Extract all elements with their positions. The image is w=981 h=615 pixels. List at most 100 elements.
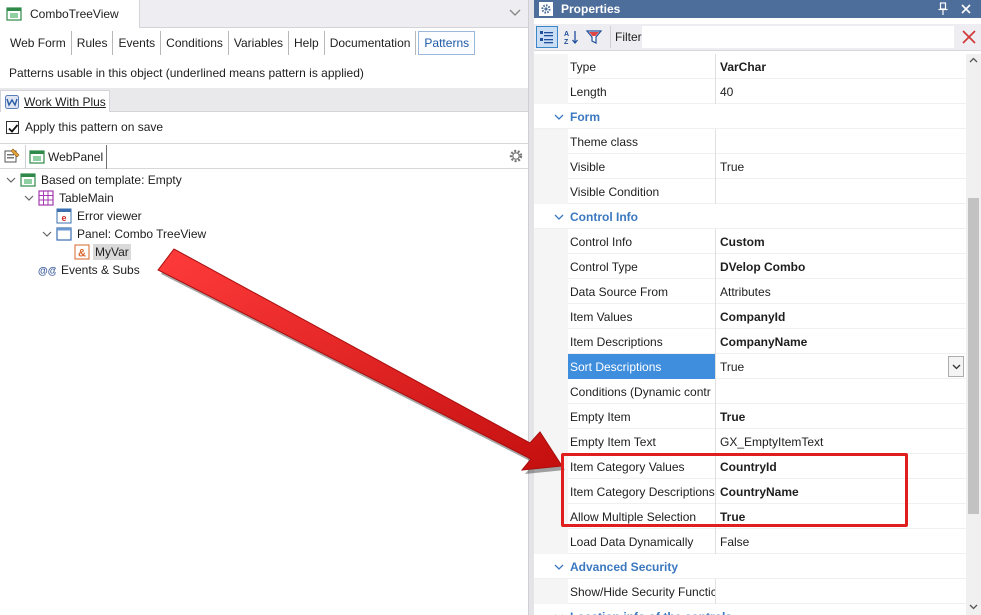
tab-web-form[interactable]: Web Form (5, 31, 72, 55)
collapse-icon[interactable] (554, 562, 564, 572)
tab-variables[interactable]: Variables (229, 31, 290, 55)
tree-node-myvar[interactable]: & MyVar (74, 243, 131, 261)
collapse-icon[interactable] (554, 212, 564, 222)
property-value[interactable]: True (716, 504, 966, 529)
property-name[interactable]: Visible Condition (568, 179, 716, 204)
property-category[interactable]: Location info of the controls (534, 604, 966, 615)
property-value[interactable]: Custom (716, 229, 966, 254)
property-name[interactable]: Sort Descriptions (568, 354, 716, 379)
property-row[interactable]: Show/Hide Security Functic (534, 579, 966, 604)
property-name[interactable]: Control Type (568, 254, 716, 279)
tree-node-error-viewer[interactable]: e Error viewer (56, 207, 144, 225)
tree-expanded-icon[interactable] (24, 193, 34, 203)
alphabetical-view-button[interactable]: A Z (560, 26, 582, 48)
property-row[interactable]: Empty Item True (534, 404, 966, 429)
property-value[interactable]: True (716, 354, 966, 379)
property-value[interactable]: 40 (716, 79, 966, 104)
filter-toggle-button[interactable] (583, 26, 605, 48)
property-row[interactable]: Item Values CompanyId (534, 304, 966, 329)
categorized-view-button[interactable] (536, 26, 558, 48)
property-value[interactable]: GX_EmptyItemText (716, 429, 966, 454)
tree-node-tablemain[interactable]: TableMain (24, 189, 116, 207)
scrollbar-thumb[interactable] (968, 198, 979, 514)
tree-expanded-icon[interactable] (42, 229, 52, 239)
property-row[interactable]: Item Category Descriptions CountryName (534, 479, 966, 504)
clear-filter-icon[interactable] (961, 29, 977, 45)
property-row[interactable]: Empty Item Text GX_EmptyItemText (534, 429, 966, 454)
property-row[interactable]: Visible True (534, 154, 966, 179)
scroll-down-icon[interactable] (969, 602, 978, 611)
property-row[interactable]: Data Source From Attributes (534, 279, 966, 304)
property-value[interactable]: True (716, 404, 966, 429)
property-value[interactable] (716, 579, 966, 604)
property-grid-scrollbar[interactable] (966, 54, 981, 615)
property-name[interactable]: Type (568, 54, 716, 79)
property-row[interactable]: Visible Condition (534, 179, 966, 204)
property-value[interactable]: DVelop Combo (716, 254, 966, 279)
property-value[interactable]: CompanyId (716, 304, 966, 329)
property-name[interactable]: Allow Multiple Selection (568, 504, 716, 529)
properties-edit-icon[interactable] (4, 148, 20, 164)
tab-events[interactable]: Events (113, 31, 162, 55)
property-row[interactable]: Type VarChar (534, 54, 966, 79)
property-row[interactable]: Control Info Custom (534, 229, 966, 254)
property-value[interactable]: False (716, 529, 966, 554)
property-value[interactable] (716, 379, 966, 404)
property-row[interactable]: Item Category Values CountryId (534, 454, 966, 479)
tab-patterns[interactable]: Patterns (418, 31, 476, 55)
pin-icon[interactable] (937, 2, 949, 16)
property-name[interactable]: Empty Item Text (568, 429, 716, 454)
property-name[interactable]: Item Category Values (568, 454, 716, 479)
property-value[interactable]: True (716, 154, 966, 179)
property-value[interactable]: VarChar (716, 54, 966, 79)
property-name[interactable]: Show/Hide Security Functic (568, 579, 716, 604)
tab-documentation[interactable]: Documentation (325, 31, 417, 55)
property-value[interactable]: Attributes (716, 279, 966, 304)
property-value[interactable]: CompanyName (716, 329, 966, 354)
property-name[interactable]: Item Values (568, 304, 716, 329)
property-category[interactable]: Control Info (534, 204, 966, 229)
pattern-tab-work-with-plus[interactable]: Work With Plus (0, 90, 110, 112)
property-category[interactable]: Form (534, 104, 966, 129)
tab-conditions[interactable]: Conditions (161, 31, 229, 55)
property-name[interactable]: Item Descriptions (568, 329, 716, 354)
property-name[interactable]: Theme class (568, 129, 716, 154)
property-row[interactable]: Sort Descriptions True (534, 354, 966, 379)
apply-on-save-checkbox[interactable] (6, 120, 19, 134)
property-row[interactable]: Length 40 (534, 79, 966, 104)
chevron-down-icon[interactable] (508, 5, 522, 19)
gear-icon[interactable] (508, 148, 524, 164)
instance-tab-webpanel[interactable]: WebPanel (25, 145, 107, 169)
tree-expanded-icon[interactable] (6, 175, 16, 185)
property-value[interactable] (716, 129, 966, 154)
property-name[interactable]: Load Data Dynamically (568, 529, 716, 554)
property-row[interactable]: Control Type DVelop Combo (534, 254, 966, 279)
document-tab[interactable]: ComboTreeView (0, 0, 140, 28)
property-row[interactable]: Load Data Dynamically False (534, 529, 966, 554)
property-name[interactable]: Control Info (568, 229, 716, 254)
property-value[interactable]: CountryName (716, 479, 966, 504)
tab-help[interactable]: Help (289, 31, 325, 55)
property-name[interactable]: Length (568, 79, 716, 104)
property-dropdown-button[interactable] (948, 356, 964, 377)
tab-rules[interactable]: Rules (72, 31, 114, 55)
property-row[interactable]: Item Descriptions CompanyName (534, 329, 966, 354)
property-value[interactable]: CountryId (716, 454, 966, 479)
collapse-icon[interactable] (554, 112, 564, 122)
property-row[interactable]: Theme class (534, 129, 966, 154)
property-category[interactable]: Advanced Security (534, 554, 966, 579)
property-name[interactable]: Visible (568, 154, 716, 179)
property-name[interactable]: Data Source From (568, 279, 716, 304)
property-row[interactable]: Conditions (Dynamic contr (534, 379, 966, 404)
close-icon[interactable] (959, 2, 973, 16)
tree-node-events[interactable]: @@ Events & Subs (38, 261, 142, 279)
tree-node-panel[interactable]: Panel: Combo TreeView (42, 225, 208, 243)
property-name[interactable]: Conditions (Dynamic contr (568, 379, 716, 404)
tree-node-template[interactable]: Based on template: Empty (6, 171, 184, 189)
property-value[interactable] (716, 179, 966, 204)
property-name[interactable]: Empty Item (568, 404, 716, 429)
property-row[interactable]: Allow Multiple Selection True (534, 504, 966, 529)
property-name[interactable]: Item Category Descriptions (568, 479, 716, 504)
filter-input[interactable] (642, 26, 954, 48)
scroll-up-icon[interactable] (969, 56, 978, 65)
